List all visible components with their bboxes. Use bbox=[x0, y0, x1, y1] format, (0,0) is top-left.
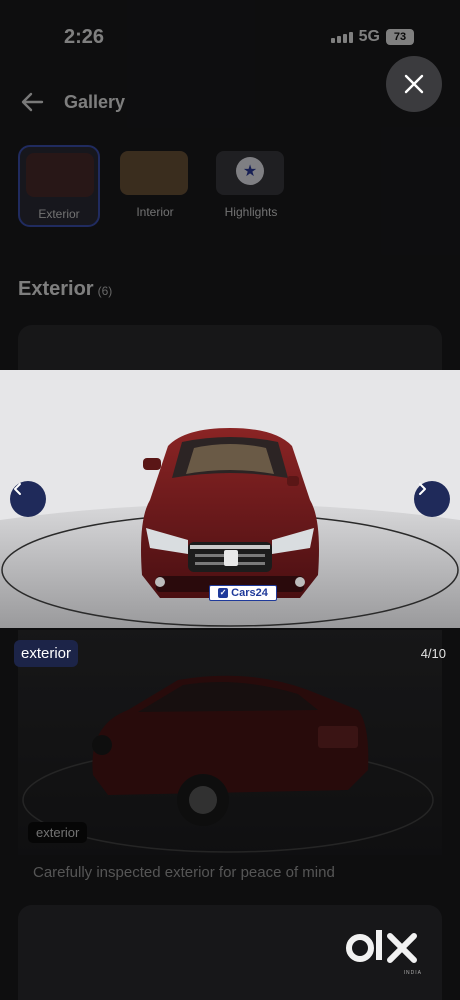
signal-icon bbox=[330, 31, 353, 43]
olx-logo-sub: INDIA bbox=[403, 970, 422, 976]
tab-highlights[interactable]: ★ Highlights bbox=[210, 145, 292, 227]
network-label: 5G bbox=[358, 28, 380, 45]
screen: 2:26 5G 73 Gallery Exterior Interior ★ H… bbox=[0, 0, 460, 1000]
close-icon bbox=[404, 74, 424, 94]
page-title: Gallery bbox=[64, 92, 126, 112]
previous-button[interactable] bbox=[10, 481, 46, 517]
image-tag: exterior bbox=[28, 822, 88, 843]
tab-thumbnail bbox=[120, 151, 188, 195]
number-plate: ✓ Cars24 bbox=[209, 585, 277, 601]
gallery-card-exterior[interactable]: exterior bbox=[18, 630, 442, 855]
status-time: 2:26 bbox=[64, 26, 105, 48]
star-icon: ★ bbox=[236, 157, 264, 185]
tab-thumbnail bbox=[26, 153, 94, 197]
gallery-tabs: Exterior Interior ★ Highlights bbox=[18, 145, 292, 227]
tab-label: Interior bbox=[136, 205, 174, 219]
image-viewer[interactable]: ✓ Cars24 bbox=[0, 370, 460, 628]
battery-icon: 73 bbox=[386, 29, 414, 45]
olx-logo: INDIA bbox=[344, 922, 430, 978]
section-count: (6) bbox=[97, 284, 113, 298]
close-button[interactable] bbox=[386, 56, 442, 112]
next-button[interactable] bbox=[414, 481, 450, 517]
chevron-right-icon bbox=[419, 483, 426, 495]
tab-label: Highlights bbox=[224, 205, 278, 219]
section-title: Exterior (6) bbox=[18, 278, 113, 300]
tab-exterior[interactable]: Exterior bbox=[18, 145, 100, 227]
status-bar: 2:26 5G 73 bbox=[0, 0, 460, 70]
viewer-image-tag: exterior bbox=[14, 640, 79, 667]
tab-interior[interactable]: Interior bbox=[114, 145, 196, 227]
cars24-logo-icon: ✓ bbox=[218, 588, 229, 598]
chevron-left-icon bbox=[14, 483, 21, 495]
tab-label: Exterior bbox=[38, 207, 80, 221]
card-caption: Carefully inspected exterior for peace o… bbox=[33, 864, 335, 881]
image-counter: 4/10 bbox=[420, 646, 446, 661]
back-arrow-icon[interactable] bbox=[18, 88, 46, 116]
